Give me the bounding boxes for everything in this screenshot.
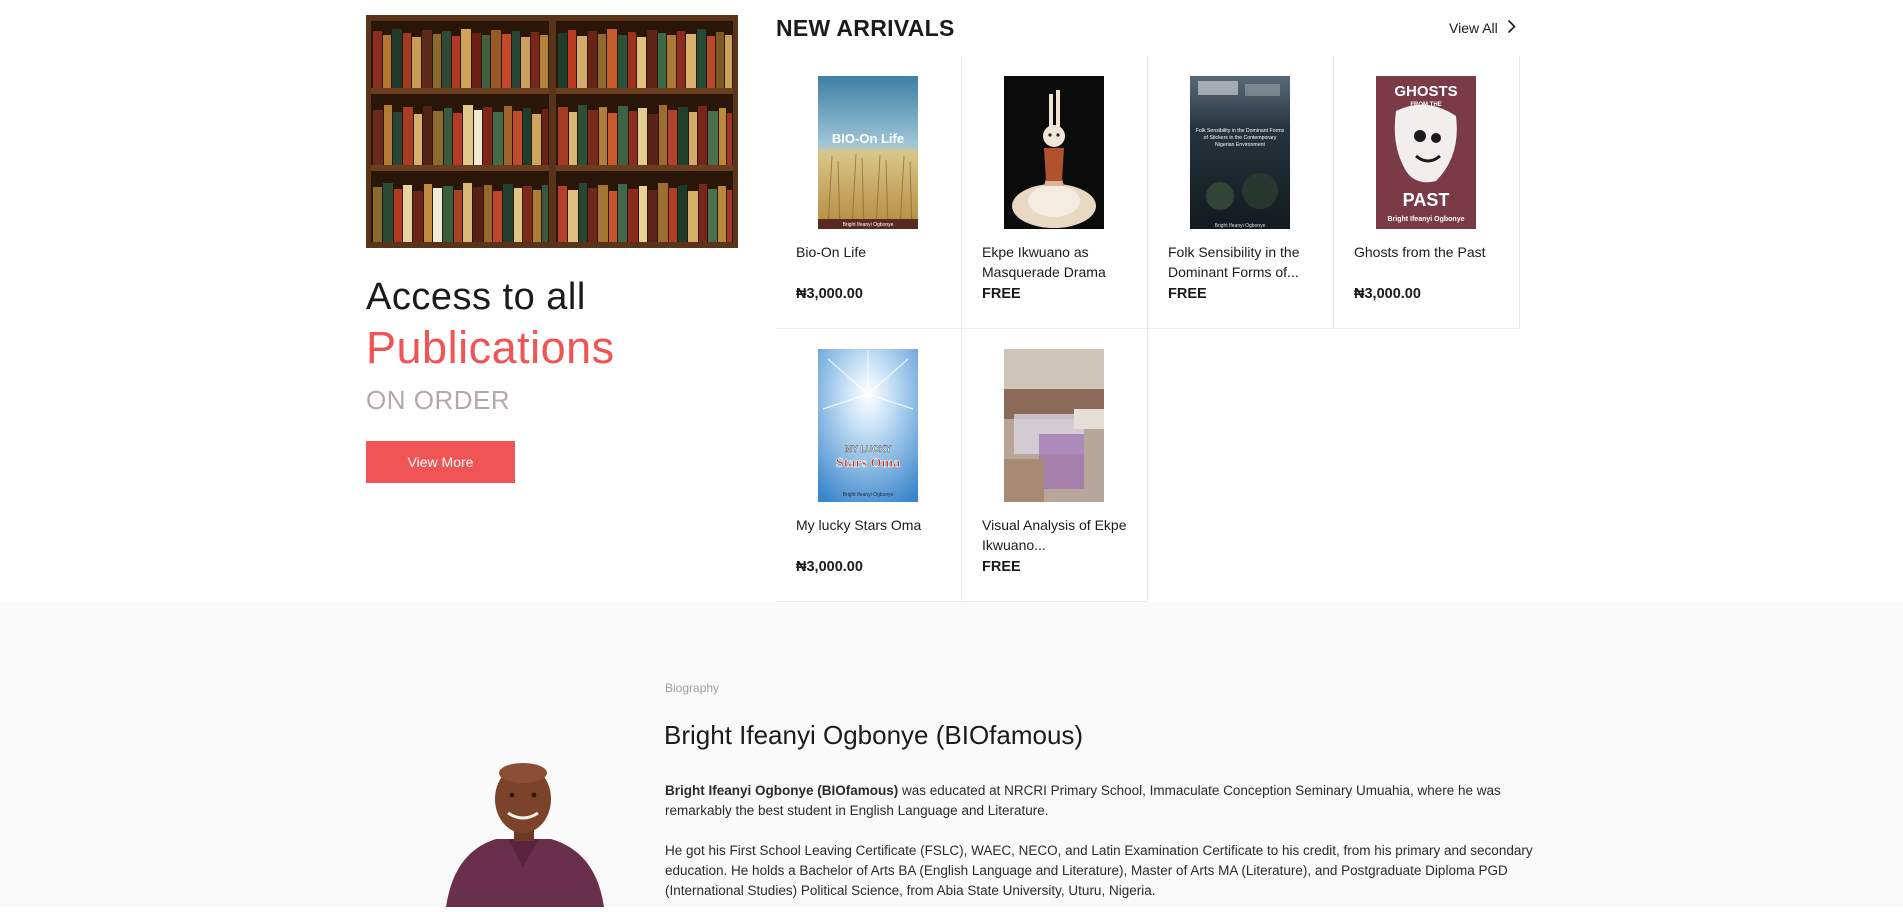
page-scrollbar[interactable]: [1894, 0, 1903, 907]
product-title[interactable]: My lucky Stars Oma: [796, 515, 946, 535]
product-cover-image[interactable]: [1004, 349, 1104, 502]
product-title[interactable]: Ekpe Ikwuano as Masquerade Drama: [982, 242, 1132, 282]
svg-text:Bright Ifeanyi Ogbonye: Bright Ifeanyi Ogbonye: [1387, 216, 1464, 223]
author-name-heading: Bright Ifeanyi Ogbonye (BIOfamous): [664, 720, 1084, 750]
product-card[interactable]: Folk Sensibility in the Dominant Forms o…: [1148, 56, 1334, 329]
product-cover-image[interactable]: [1004, 76, 1104, 229]
bookshelf-image: [366, 15, 738, 248]
product-cover-image[interactable]: MY LUCKY Stars Oma Bright Ifeanyi Ogbony…: [818, 349, 918, 502]
product-title[interactable]: Ghosts from the Past: [1354, 242, 1504, 262]
svg-text:Stars Oma: Stars Oma: [836, 456, 900, 471]
promo-title-publications: Publications: [366, 322, 615, 373]
svg-text:Bright Ifeanyi Ogbonye: Bright Ifeanyi Ogbonye: [843, 492, 894, 498]
promo-title-line1: Access to all: [366, 276, 586, 318]
product-card[interactable]: Ekpe Ikwuano as Masquerade Drama FREE: [962, 56, 1148, 329]
product-cover-image[interactable]: BIO-On Life Bright Ifeanyi Ogbonye: [818, 76, 918, 229]
svg-text:BIO-On Life: BIO-On Life: [832, 131, 904, 146]
svg-text:FROM THE: FROM THE: [1410, 102, 1441, 108]
product-cover-image[interactable]: GHOSTS FROM THE PAST Bright Ifeanyi Ogbo…: [1376, 76, 1476, 229]
view-all-label: View All: [1449, 20, 1498, 36]
product-price: ₦3,000.00: [796, 286, 863, 302]
view-all-link[interactable]: View All: [1449, 19, 1516, 37]
product-card[interactable]: BIO-On Life Bright Ifeanyi Ogbonye Bio-O…: [776, 56, 962, 329]
view-more-button[interactable]: View More: [366, 441, 515, 483]
svg-text:GHOSTS: GHOSTS: [1394, 83, 1457, 100]
product-price: FREE: [982, 286, 1021, 302]
product-card[interactable]: Visual Analysis of Ekpe Ikwuano... FREE: [962, 329, 1148, 602]
product-card[interactable]: MY LUCKY Stars Oma Bright Ifeanyi Ogbony…: [776, 329, 962, 602]
biography-paragraph-2: He got his First School Leaving Certific…: [665, 843, 1533, 898]
biography-author-bold: Bright Ifeanyi Ogbonye (BIOfamous): [665, 783, 899, 798]
svg-text:Bright Ifeanyi Ogbonye: Bright Ifeanyi Ogbonye: [1215, 223, 1266, 229]
biography-label: Biography: [665, 681, 720, 695]
product-price: ₦3,000.00: [1354, 286, 1421, 302]
product-card[interactable]: GHOSTS FROM THE PAST Bright Ifeanyi Ogbo…: [1334, 56, 1520, 329]
svg-text:PAST: PAST: [1403, 190, 1450, 210]
svg-text:Bright Ifeanyi Ogbonye: Bright Ifeanyi Ogbonye: [843, 222, 894, 228]
product-title[interactable]: Bio-On Life: [796, 242, 946, 262]
product-price: FREE: [1168, 286, 1207, 302]
product-price: ₦3,000.00: [796, 559, 863, 575]
author-photo: [436, 757, 611, 907]
product-cover-image[interactable]: Folk Sensibility in the Dominant Forms o…: [1190, 76, 1290, 229]
product-price: FREE: [982, 559, 1021, 575]
product-title[interactable]: Visual Analysis of Ekpe Ikwuano...: [982, 515, 1132, 555]
biography-paragraph-1: Bright Ifeanyi Ogbonye (BIOfamous) was e…: [665, 781, 1545, 821]
new-arrivals-heading: NEW ARRIVALS: [776, 15, 955, 41]
product-title[interactable]: Folk Sensibility in the Dominant Forms o…: [1168, 242, 1318, 282]
svg-text:MY LUCKY: MY LUCKY: [845, 444, 892, 454]
chevron-right-icon: [1507, 19, 1516, 37]
promo-subtitle: ON ORDER: [366, 385, 511, 415]
biography-section: Biography Bright Ifeanyi Ogbonye (BIOfam…: [0, 602, 1903, 907]
product-grid: BIO-On Life Bright Ifeanyi Ogbonye Bio-O…: [776, 56, 1520, 602]
